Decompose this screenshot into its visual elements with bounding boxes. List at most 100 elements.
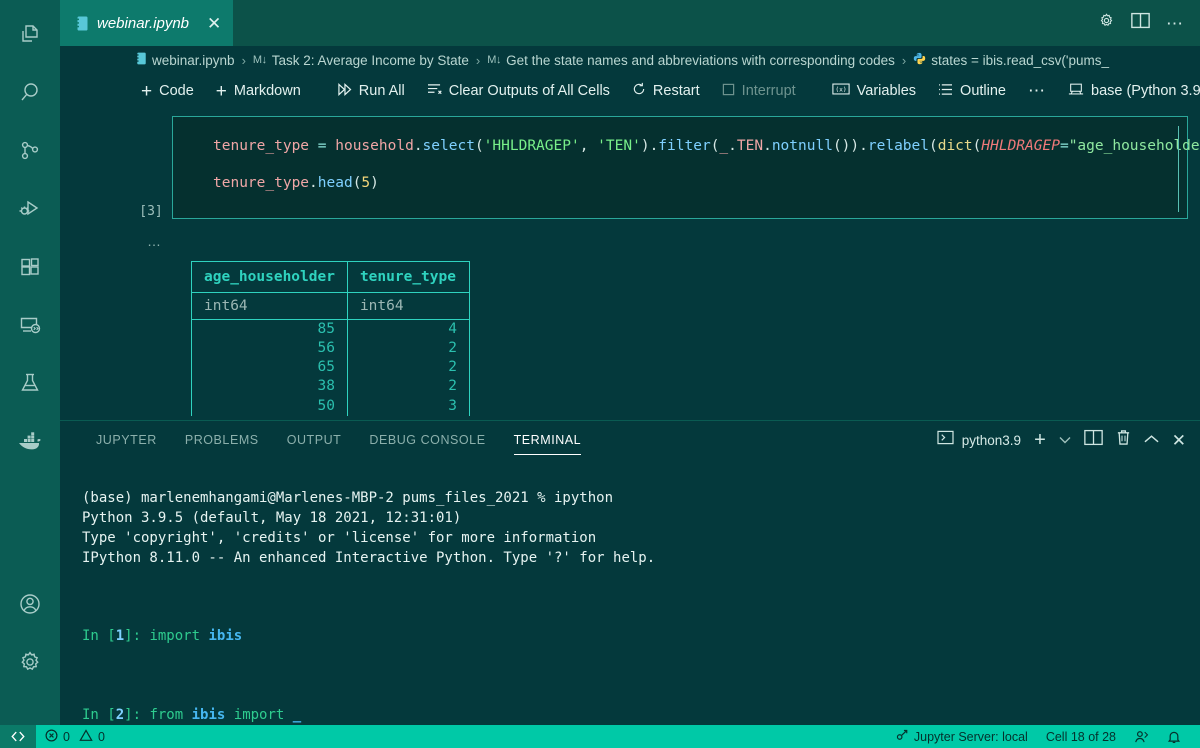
interrupt-button[interactable]: Interrupt bbox=[711, 83, 807, 100]
jupyter-server-status[interactable]: Jupyter Server: local bbox=[886, 729, 1037, 745]
terminal-line: Python 3.9.5 (default, May 18 2021, 12:3… bbox=[82, 509, 462, 526]
kernel-selector[interactable]: base (Python 3.9.5) bbox=[1057, 82, 1200, 101]
more-actions-icon[interactable]: ⋯ bbox=[1166, 15, 1184, 32]
warning-count: 0 bbox=[97, 729, 105, 744]
account-icon[interactable] bbox=[0, 575, 60, 633]
prompt-prefix: In [ bbox=[82, 628, 116, 645]
problems-status[interactable]: 0 0 bbox=[36, 728, 114, 745]
notebook-icon bbox=[76, 16, 89, 31]
extensions-icon[interactable] bbox=[0, 238, 60, 296]
notebook-toolbar: + Code + Markdown Run All Clear Outputs … bbox=[60, 74, 1200, 108]
tab-output[interactable]: OUTPUT bbox=[273, 421, 356, 459]
cell-position-status[interactable]: Cell 18 of 28 bbox=[1037, 730, 1125, 744]
new-terminal-icon[interactable]: + bbox=[1034, 430, 1046, 450]
code-token-var2: tenure_type bbox=[213, 175, 310, 191]
bottom-panel: JUPYTER PROBLEMS OUTPUT DEBUG CONSOLE TE… bbox=[60, 420, 1200, 725]
editor-tab-webinar[interactable]: webinar.ipynb ✕ bbox=[60, 0, 234, 46]
source-control-icon[interactable] bbox=[0, 122, 60, 180]
trash-icon[interactable] bbox=[1116, 429, 1131, 451]
add-markdown-cell-button[interactable]: + Markdown bbox=[205, 82, 312, 101]
breadcrumb-label: webinar.ipynb bbox=[152, 52, 235, 68]
tab-label: OUTPUT bbox=[286, 433, 342, 447]
breadcrumb-label: Task 2: Average Income by State bbox=[271, 52, 469, 68]
error-icon bbox=[45, 729, 58, 745]
restart-kernel-button[interactable]: Restart bbox=[621, 82, 711, 100]
remote-window-icon[interactable] bbox=[0, 725, 36, 748]
table-value: 2 bbox=[448, 359, 457, 376]
code-token-var: tenure_type bbox=[213, 138, 310, 154]
feedback-icon[interactable] bbox=[1125, 730, 1158, 744]
chevron-down-icon[interactable] bbox=[1059, 431, 1071, 449]
terminal-symbol: _ bbox=[292, 706, 302, 723]
table-value: 2 bbox=[448, 340, 457, 357]
table-value: 3 bbox=[448, 397, 457, 414]
outline-button[interactable]: Outline bbox=[927, 83, 1017, 100]
code-token-arg2: 'TEN' bbox=[597, 138, 641, 154]
search-icon[interactable] bbox=[0, 64, 60, 122]
terminal-line: Type 'copyright', 'credits' or 'license'… bbox=[82, 529, 597, 546]
editor-tab-label: webinar.ipynb bbox=[97, 14, 189, 32]
terminal-keyword: from bbox=[149, 706, 184, 723]
run-and-debug-icon[interactable] bbox=[0, 180, 60, 238]
cell-output-table: age_householder tenure_type int64 int64 … bbox=[191, 261, 470, 416]
warning-icon bbox=[79, 728, 93, 745]
bell-icon[interactable] bbox=[1158, 730, 1190, 744]
table-header-row: age_householder tenure_type bbox=[191, 261, 470, 293]
editor-actions: ⋯ bbox=[1098, 0, 1200, 46]
interrupt-icon bbox=[722, 83, 735, 100]
split-editor-icon[interactable] bbox=[1131, 12, 1150, 34]
editor-scroll-marker bbox=[1177, 126, 1179, 212]
settings-gear-icon[interactable] bbox=[0, 633, 60, 691]
code-line-2: tenure_type.head(5) bbox=[213, 175, 379, 191]
prompt-number: 1 bbox=[115, 628, 125, 645]
breadcrumb-item-file[interactable]: webinar.ipynb bbox=[136, 52, 235, 68]
table-value: 38 bbox=[317, 378, 335, 395]
panel-tab-bar: JUPYTER PROBLEMS OUTPUT DEBUG CONSOLE TE… bbox=[60, 421, 1200, 459]
editor-tab-bar: webinar.ipynb ✕ ⋯ bbox=[60, 0, 1200, 46]
terminal-selector[interactable]: python3.9 bbox=[937, 430, 1021, 450]
error-count: 0 bbox=[63, 729, 70, 744]
cell-code-editor[interactable]: tenure_type = household.select('HHLDRAGE… bbox=[172, 116, 1200, 219]
split-terminal-icon[interactable] bbox=[1083, 429, 1103, 451]
table-row: 85 56 65 38 50 4 2 2 2 3 bbox=[191, 319, 470, 416]
toolbar-more-button[interactable]: ⋯ bbox=[1017, 81, 1057, 101]
breadcrumb-item-section-2[interactable]: M↓ Get the state names and abbreviations… bbox=[487, 53, 895, 68]
run-all-button[interactable]: Run All bbox=[326, 82, 416, 100]
terminal-icon bbox=[937, 430, 954, 450]
add-code-cell-button[interactable]: + Code bbox=[130, 82, 205, 101]
breadcrumb-separator: › bbox=[901, 52, 907, 68]
run-all-icon bbox=[337, 82, 352, 100]
terminal-input-line-2: In [2]: from ibis import _ bbox=[82, 706, 1200, 725]
breadcrumb-item-section-1[interactable]: M↓ Task 2: Average Income by State bbox=[253, 53, 469, 68]
close-icon[interactable]: ✕ bbox=[207, 15, 221, 32]
prompt-number: 2 bbox=[115, 706, 125, 723]
terminal-output[interactable]: (base) marlenemhangami@Marlenes-MBP-2 pu… bbox=[60, 459, 1200, 725]
notebook-document[interactable]: [3] … tenure_type = household.select('HH… bbox=[60, 108, 1200, 420]
remote-explorer-icon[interactable] bbox=[0, 296, 60, 354]
tab-jupyter[interactable]: JUPYTER bbox=[82, 421, 171, 459]
table-dtype-cell: int64 bbox=[346, 292, 470, 320]
tab-debug-console[interactable]: DEBUG CONSOLE bbox=[355, 421, 499, 459]
clear-outputs-button[interactable]: Clear Outputs of All Cells bbox=[416, 83, 621, 100]
plus-icon: + bbox=[141, 80, 153, 102]
testing-flask-icon[interactable] bbox=[0, 354, 60, 412]
tab-problems[interactable]: PROBLEMS bbox=[171, 421, 273, 459]
breadcrumb-item-cell[interactable]: states = ibis.read_csv('pums_ bbox=[913, 52, 1109, 68]
cell-collapse-dots[interactable]: … bbox=[134, 233, 176, 249]
markdown-icon: M↓ bbox=[487, 54, 502, 66]
status-bar-right: Jupyter Server: local Cell 18 of 28 bbox=[886, 729, 1200, 745]
code-token-val1: "age_householder" bbox=[1068, 138, 1200, 154]
cell-execution-count: [3] bbox=[139, 204, 163, 219]
tab-terminal[interactable]: TERMINAL bbox=[500, 421, 596, 459]
close-panel-icon[interactable]: ✕ bbox=[1172, 432, 1186, 449]
explorer-icon[interactable] bbox=[0, 6, 60, 64]
tab-label: JUPYTER bbox=[96, 433, 157, 447]
gear-icon[interactable] bbox=[1098, 12, 1115, 34]
docker-icon[interactable] bbox=[0, 412, 60, 470]
variables-button[interactable]: (x) Variables bbox=[821, 82, 927, 100]
table-value: 2 bbox=[448, 378, 457, 395]
code-token-dict: dict bbox=[937, 138, 973, 154]
chevron-up-icon[interactable] bbox=[1144, 431, 1159, 449]
